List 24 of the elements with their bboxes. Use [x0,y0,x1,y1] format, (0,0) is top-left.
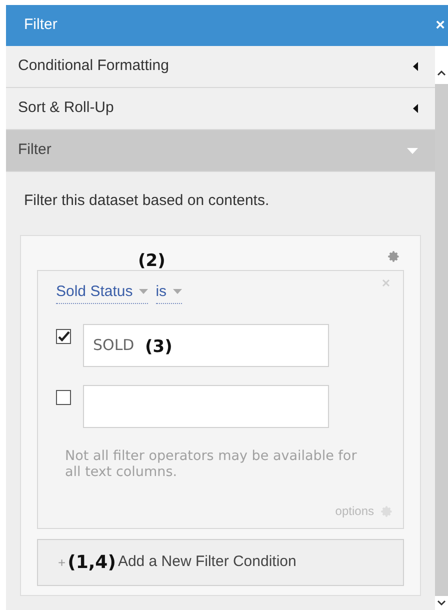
checkbox[interactable] [56,329,71,344]
value-field[interactable] [83,385,329,428]
operator-dropdown[interactable]: is [156,280,182,304]
scroll-up-icon[interactable] [437,70,446,76]
checkbox[interactable] [56,390,71,405]
settings-icon[interactable] [387,250,400,262]
caret-down-icon [407,148,418,154]
caret-left-icon [413,62,418,71]
scrollbar-thumb[interactable] [435,84,448,596]
close-button[interactable]: × [436,18,445,34]
accordion-header[interactable]: Filter [6,130,435,172]
close-icon[interactable] [382,278,390,286]
annotation-label: (3) [145,336,172,359]
note-text: Not all filter operators may be available for all text columns. [64,448,358,480]
column-dropdown[interactable]: Sold Status [56,280,148,304]
caret-down-icon [138,289,148,294]
scroll-down-icon[interactable] [437,600,446,606]
caret-down-icon [172,289,182,294]
add-condition-button[interactable]: +(1,4)Add a New Filter Condition [37,539,404,586]
caret-left-icon [413,104,418,113]
description-text: Filter this dataset based on contents. [23,191,270,211]
annotation-label: (2) [138,250,166,272]
panel-title: Filter [24,15,58,36]
check-icon [58,331,70,342]
